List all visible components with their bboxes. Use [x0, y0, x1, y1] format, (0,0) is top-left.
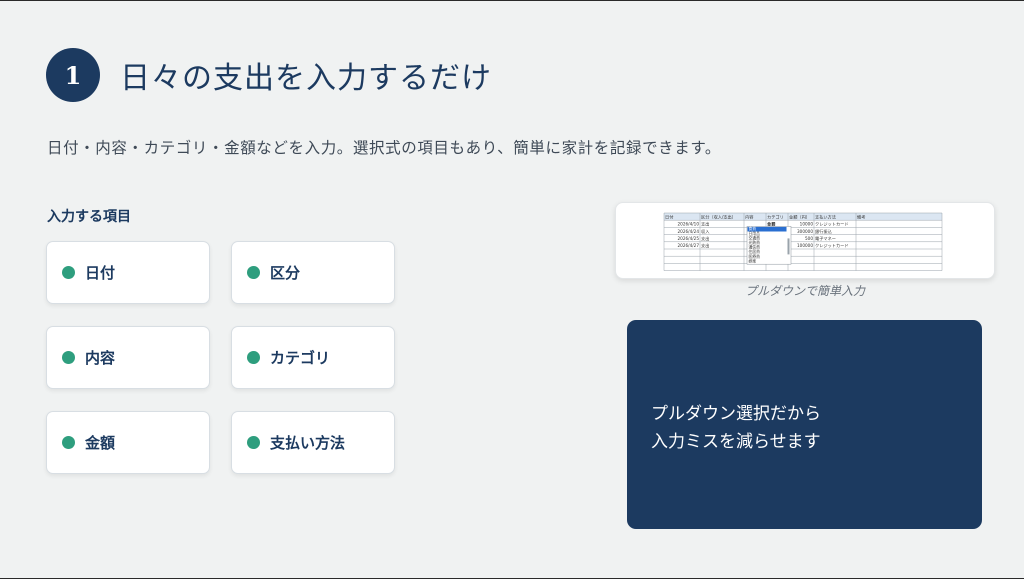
sheet-cell: 2026/4/25 [678, 236, 700, 241]
spreadsheet-screenshot: 日付 区分（収入/支出） 内容 カテゴリ 金額（円） 支払い方法 備考 2026/4/10 支出… [615, 202, 995, 279]
sheet-header-cell: 支払い方法 [815, 213, 836, 220]
sheet-header-cell: 日付 [665, 213, 673, 220]
sheet-cell: 2026/4/24 [678, 229, 700, 234]
bullet-dot-icon [62, 436, 75, 449]
field-label: 日付 [85, 264, 116, 282]
field-card-date: 日付 [46, 241, 210, 304]
sheet-header-cell: 区分（収入/支出） [701, 213, 736, 220]
sheet-cell: クレジットカード [815, 222, 849, 228]
sheet-cell: 500 [805, 236, 813, 241]
page-subtitle: 日付・内容・カテゴリ・金額などを入力。選択式の項目もあり、簡単に家計を記録できま… [47, 139, 722, 157]
sheet-cell: 2026/4/10 [678, 222, 700, 227]
sheet-header-cell: 内容 [745, 213, 753, 220]
field-card-category: カテゴリ [231, 326, 395, 389]
bullet-dot-icon [62, 351, 75, 364]
sheet-cell: 100000 [797, 243, 813, 248]
sheet-header-cell: 備考 [857, 213, 865, 220]
bullet-dot-icon [247, 351, 260, 364]
step-number-badge: 1 [46, 48, 100, 102]
field-label: 内容 [85, 349, 116, 367]
callout-line-1: プルダウン選択だから [651, 404, 821, 424]
field-card-payment: 支払い方法 [231, 411, 395, 474]
sheet-cell: 2026/4/27 [678, 243, 700, 248]
page-title: 日々の支出を入力するだけ [120, 61, 492, 96]
field-label: 区分 [270, 264, 301, 282]
bullet-dot-icon [247, 436, 260, 449]
sheet-cell: 収入 [701, 228, 710, 235]
sheet-header-cell: カテゴリ [767, 213, 784, 220]
sheet-dropdown-scrollbar [787, 238, 790, 255]
screenshot-caption: プルダウンで簡単入力 [744, 284, 865, 298]
field-card-amount: 金額 [46, 411, 210, 474]
sheet-cell: 支出 [701, 235, 709, 242]
bullet-dot-icon [247, 266, 260, 279]
callout-box: プルダウン選択だから 入力ミスを減らせます [627, 320, 982, 529]
field-label: 金額 [85, 434, 116, 452]
sheet-cell: クレジットカード [815, 243, 849, 249]
bullet-dot-icon [62, 266, 75, 279]
sheet-cell: 10000 [800, 222, 814, 227]
field-card-type: 区分 [231, 241, 395, 304]
sheet-cell: 支出 [701, 242, 709, 249]
sheet-dropdown-header-value: 金額 [767, 221, 776, 228]
fields-section-label: 入力する項目 [47, 209, 131, 225]
sheet-cell: 銀行振込 [815, 228, 833, 235]
sheet-cell: 電子マネー [815, 235, 836, 242]
field-card-content: 内容 [46, 326, 210, 389]
sheet-header-cell: 金額（円） [789, 213, 810, 220]
callout-line-2: 入力ミスを減らせます [651, 432, 821, 452]
spreadsheet-image: 日付 区分（収入/支出） 内容 カテゴリ 金額（円） 支払い方法 備考2026/4/10 支出… [663, 212, 943, 271]
sheet-cell: 支出 [701, 221, 709, 228]
field-label: 支払い方法 [270, 434, 346, 452]
field-label: カテゴリ [270, 349, 331, 367]
sheet-dropdown-option: 娯楽 [749, 258, 757, 263]
sheet-cell: 300000 [797, 229, 813, 234]
